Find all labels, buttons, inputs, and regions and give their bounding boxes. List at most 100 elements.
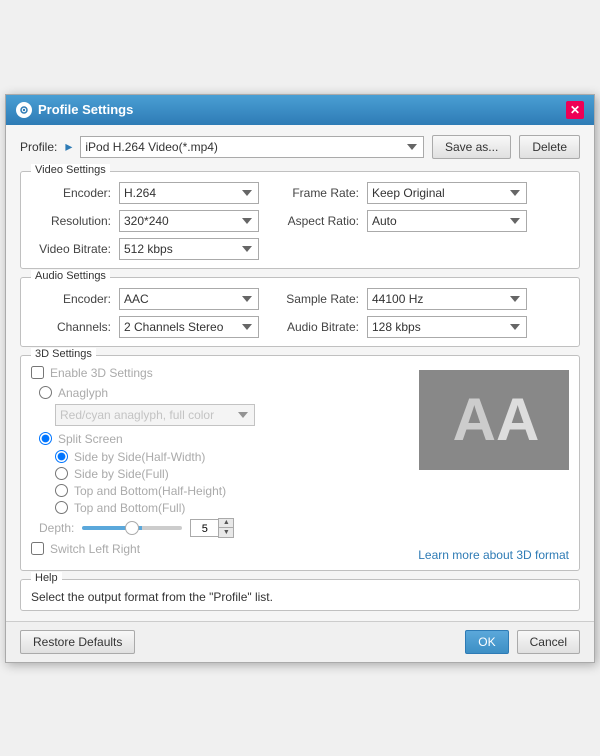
audio-bitrate-label: Audio Bitrate: xyxy=(279,320,359,334)
footer: Restore Defaults OK Cancel xyxy=(6,621,594,662)
audio-encoder-col: Encoder: AAC xyxy=(31,288,259,310)
settings-icon xyxy=(16,102,32,118)
video-row-3: Video Bitrate: 512 kbps xyxy=(31,238,569,260)
aspect-ratio-select[interactable]: Auto xyxy=(367,210,527,232)
frame-rate-label: Frame Rate: xyxy=(279,186,359,200)
enable-3d-row: Enable 3D Settings xyxy=(31,366,414,380)
sample-rate-col: Sample Rate: 44100 Hz xyxy=(279,288,527,310)
switch-left-right-row: Switch Left Right xyxy=(31,542,414,556)
anaglyph-label[interactable]: Anaglyph xyxy=(58,386,108,400)
resolution-col: Resolution: 320*240 xyxy=(31,210,259,232)
threed-settings-section: 3D Settings Enable 3D Settings Anaglyph xyxy=(20,355,580,571)
threed-settings-title: 3D Settings xyxy=(31,348,96,360)
profile-row: Profile: ▸ iPod H.264 Video(*.mp4) Save … xyxy=(20,135,580,159)
restore-defaults-button[interactable]: Restore Defaults xyxy=(20,630,135,654)
video-settings-section: Video Settings Encoder: H.264 Frame Rate… xyxy=(20,171,580,269)
dialog-content: Profile: ▸ iPod H.264 Video(*.mp4) Save … xyxy=(6,125,594,621)
threed-content: Enable 3D Settings Anaglyph Red/cyan ana… xyxy=(31,366,569,562)
audio-bitrate-col: Audio Bitrate: 128 kbps xyxy=(279,316,527,338)
split-option-4-radio[interactable] xyxy=(55,501,68,514)
split-option-3-radio[interactable] xyxy=(55,484,68,497)
close-button[interactable]: ✕ xyxy=(566,101,584,119)
sample-rate-select[interactable]: 44100 Hz xyxy=(367,288,527,310)
depth-slider[interactable] xyxy=(82,526,182,530)
video-bitrate-label: Video Bitrate: xyxy=(31,242,111,256)
depth-row: Depth: 5 ▲ ▼ xyxy=(39,518,414,538)
split-screen-label[interactable]: Split Screen xyxy=(58,432,123,446)
anaglyph-radio[interactable] xyxy=(39,386,52,399)
encoder-label: Encoder: xyxy=(31,186,111,200)
cancel-button[interactable]: Cancel xyxy=(517,630,580,654)
frame-rate-select[interactable]: Keep Original xyxy=(367,182,527,204)
save-as-button[interactable]: Save as... xyxy=(432,135,511,159)
threed-right: A A Learn more about 3D format xyxy=(414,366,569,562)
profile-settings-dialog: Profile Settings ✕ Profile: ▸ iPod H.264… xyxy=(5,94,595,663)
split-option-4-label: Top and Bottom(Full) xyxy=(74,501,185,515)
help-text: Select the output format from the "Profi… xyxy=(31,590,569,604)
depth-label: Depth: xyxy=(39,521,74,535)
split-screen-row: Split Screen xyxy=(39,432,414,446)
audio-bitrate-select[interactable]: 128 kbps xyxy=(367,316,527,338)
aa-right: A xyxy=(496,385,535,454)
depth-value: 5 xyxy=(190,519,218,537)
depth-up-arrow[interactable]: ▲ xyxy=(219,519,233,528)
split-option-2-row: Side by Side(Full) xyxy=(55,467,414,481)
split-option-1-row: Side by Side(Half-Width) xyxy=(55,450,414,464)
profile-label: Profile: xyxy=(20,140,57,154)
audio-settings-inner: Encoder: AAC Sample Rate: 44100 Hz xyxy=(31,288,569,338)
channels-label: Channels: xyxy=(31,320,111,334)
depth-spinbox: 5 ▲ ▼ xyxy=(190,518,234,538)
audio-encoder-label: Encoder: xyxy=(31,292,111,306)
profile-select[interactable]: iPod H.264 Video(*.mp4) xyxy=(80,136,424,158)
resolution-label: Resolution: xyxy=(31,214,111,228)
learn-more-link[interactable]: Learn more about 3D format xyxy=(418,548,569,562)
sample-rate-label: Sample Rate: xyxy=(279,292,359,306)
encoder-select[interactable]: H.264 xyxy=(119,182,259,204)
split-option-4-row: Top and Bottom(Full) xyxy=(55,501,414,515)
enable-3d-checkbox[interactable] xyxy=(31,366,44,379)
audio-row-2: Channels: 2 Channels Stereo Audio Bitrat… xyxy=(31,316,569,338)
encoder-col: Encoder: H.264 xyxy=(31,182,259,204)
audio-encoder-select[interactable]: AAC xyxy=(119,288,259,310)
video-settings-title: Video Settings xyxy=(31,164,110,176)
title-bar: Profile Settings ✕ xyxy=(6,95,594,125)
footer-right: OK Cancel xyxy=(465,630,580,654)
delete-button[interactable]: Delete xyxy=(519,135,580,159)
split-option-1-radio[interactable] xyxy=(55,450,68,463)
resolution-select[interactable]: 320*240 xyxy=(119,210,259,232)
dialog-title: Profile Settings xyxy=(38,102,133,117)
profile-arrow-icon: ▸ xyxy=(65,138,72,155)
ok-button[interactable]: OK xyxy=(465,630,508,654)
enable-3d-label[interactable]: Enable 3D Settings xyxy=(50,366,153,380)
channels-select[interactable]: 2 Channels Stereo xyxy=(119,316,259,338)
split-option-2-radio[interactable] xyxy=(55,467,68,480)
depth-arrows: ▲ ▼ xyxy=(218,518,234,538)
audio-row-1: Encoder: AAC Sample Rate: 44100 Hz xyxy=(31,288,569,310)
video-row-2: Resolution: 320*240 Aspect Ratio: Auto xyxy=(31,210,569,232)
help-title: Help xyxy=(31,572,62,584)
video-bitrate-select[interactable]: 512 kbps xyxy=(119,238,259,260)
aa-text: A A xyxy=(453,385,536,454)
aa-left: A xyxy=(453,385,492,454)
split-option-1-label: Side by Side(Half-Width) xyxy=(74,450,205,464)
split-option-3-row: Top and Bottom(Half-Height) xyxy=(55,484,414,498)
video-row-1: Encoder: H.264 Frame Rate: Keep Original xyxy=(31,182,569,204)
aspect-ratio-col: Aspect Ratio: Auto xyxy=(279,210,527,232)
switch-left-right-checkbox[interactable] xyxy=(31,542,44,555)
split-screen-radio[interactable] xyxy=(39,432,52,445)
threed-left: Enable 3D Settings Anaglyph Red/cyan ana… xyxy=(31,366,414,562)
split-option-2-label: Side by Side(Full) xyxy=(74,467,169,481)
frame-rate-col: Frame Rate: Keep Original xyxy=(279,182,527,204)
audio-settings-section: Audio Settings Encoder: AAC Sample Rate:… xyxy=(20,277,580,347)
help-section: Help Select the output format from the "… xyxy=(20,579,580,611)
video-settings-inner: Encoder: H.264 Frame Rate: Keep Original xyxy=(31,182,569,260)
title-bar-left: Profile Settings xyxy=(16,102,133,118)
threed-settings-inner: Enable 3D Settings Anaglyph Red/cyan ana… xyxy=(31,366,569,562)
channels-col: Channels: 2 Channels Stereo xyxy=(31,316,259,338)
aa-preview: A A xyxy=(419,370,569,470)
anaglyph-type-select[interactable]: Red/cyan anaglyph, full color xyxy=(55,404,255,426)
switch-left-right-label[interactable]: Switch Left Right xyxy=(50,542,140,556)
anaglyph-row: Anaglyph xyxy=(39,386,414,400)
split-option-3-label: Top and Bottom(Half-Height) xyxy=(74,484,226,498)
depth-down-arrow[interactable]: ▼ xyxy=(219,528,233,537)
